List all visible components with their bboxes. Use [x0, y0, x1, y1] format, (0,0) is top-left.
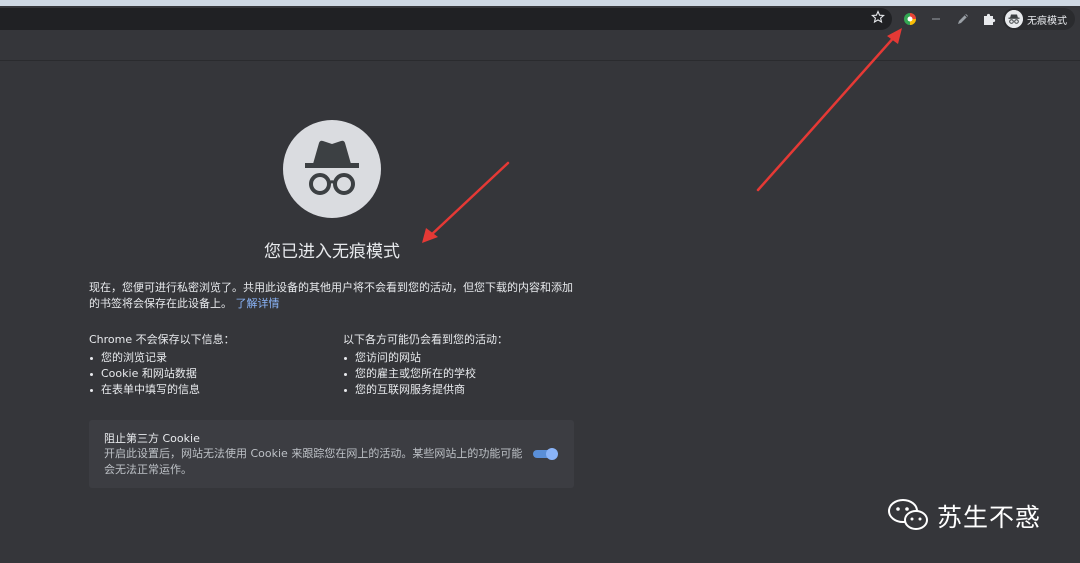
wechat-icon	[888, 499, 928, 530]
red-arrow-to-title	[422, 161, 510, 243]
watermark: 苏生不惑	[885, 496, 1065, 532]
watermark-text: 苏生不惑	[937, 503, 1042, 532]
red-arrow-to-toolbar	[756, 28, 902, 192]
annotation-arrows	[422, 28, 902, 243]
